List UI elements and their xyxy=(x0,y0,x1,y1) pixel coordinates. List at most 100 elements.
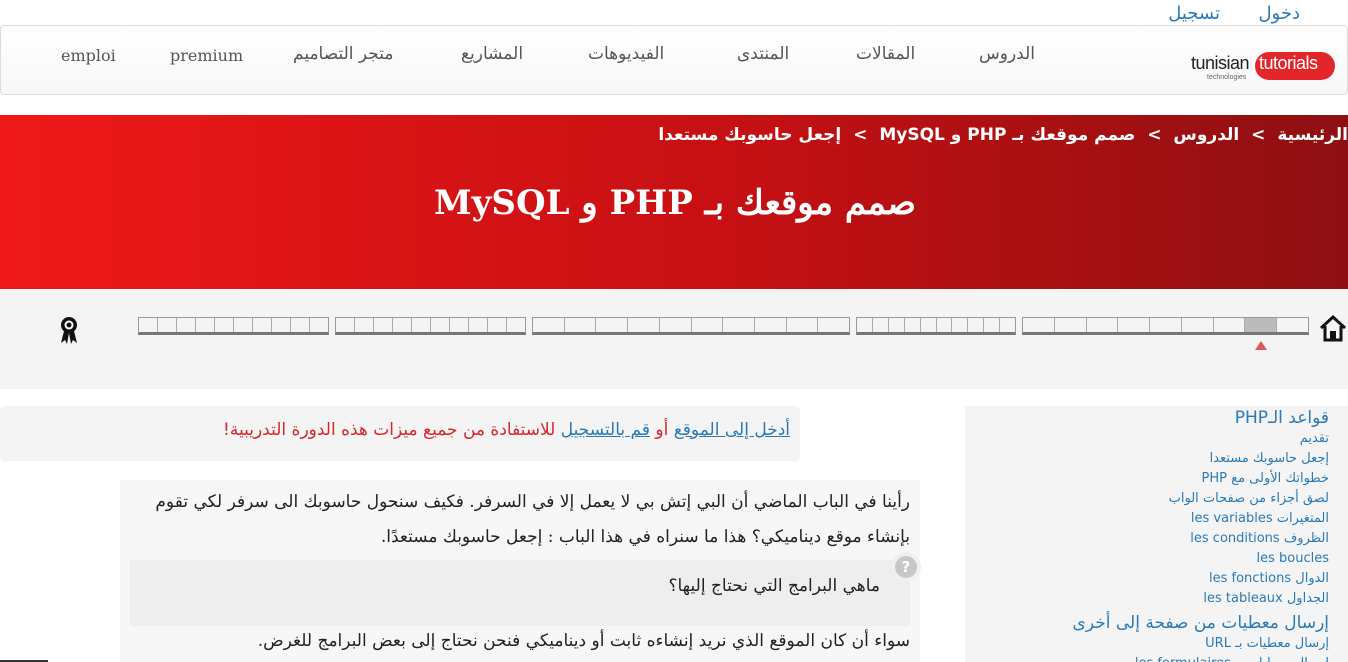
progress-cell[interactable] xyxy=(951,318,967,332)
award-icon[interactable] xyxy=(58,315,80,345)
home-icon[interactable] xyxy=(1318,313,1348,343)
progress-cell[interactable] xyxy=(1180,318,1213,332)
site-logo[interactable]: tunisian tutorials technologies xyxy=(1187,52,1337,84)
breadcrumb-separator: > xyxy=(853,125,868,145)
progress-cell[interactable] xyxy=(1212,318,1245,332)
progress-cell[interactable] xyxy=(658,318,691,332)
progress-cell[interactable] xyxy=(290,318,309,332)
progress-cell[interactable] xyxy=(506,318,525,332)
progress-segment xyxy=(138,317,329,335)
nav-projects[interactable]: المشاريع xyxy=(461,44,523,64)
question-text: ماهي البرامج التي نحتاج إليها؟ xyxy=(668,576,880,596)
progress-segment xyxy=(1022,317,1309,335)
progress-cell[interactable] xyxy=(195,318,214,332)
progress-cell[interactable] xyxy=(309,318,328,332)
nav-articles[interactable]: المقالات xyxy=(856,44,915,64)
sidebar-lesson-link[interactable]: إرسال معطيات بـ URL xyxy=(965,634,1329,654)
progress-cell[interactable] xyxy=(817,318,849,332)
lesson-paragraph-2: سواء أن كان الموقع الذي نريد إنشاءه ثابت… xyxy=(257,631,910,651)
breadcrumb-course[interactable]: صمم موقعك بـ PHP و MySQL xyxy=(879,125,1135,145)
login-link[interactable]: دخول xyxy=(1258,3,1300,24)
progress-cell[interactable] xyxy=(919,318,936,332)
progress-cell[interactable] xyxy=(887,318,904,332)
progress-cell[interactable] xyxy=(392,318,411,332)
sidebar-lesson-link[interactable]: المتغيرات les variables xyxy=(965,509,1329,529)
question-box: ماهي البرامج التي نحتاج إليها؟ xyxy=(130,560,910,626)
progress-cell[interactable] xyxy=(595,318,627,332)
notice-register-link[interactable]: قم بالتسجيل xyxy=(561,420,650,440)
progress-segment xyxy=(532,317,850,335)
progress-cell[interactable] xyxy=(233,318,252,332)
progress-cell[interactable] xyxy=(1276,318,1308,332)
logo-tagline: technologies xyxy=(1207,74,1247,81)
progress-cell[interactable] xyxy=(1085,318,1118,332)
progress-cell[interactable] xyxy=(430,318,449,332)
progress-cell[interactable] xyxy=(252,318,271,332)
progress-cell[interactable] xyxy=(967,318,983,332)
lesson-paragraph: رأينا في الباب الماضي أن البي إتش بي لا … xyxy=(155,492,910,547)
register-link[interactable]: تسجيل xyxy=(1168,3,1220,24)
progress-cell[interactable] xyxy=(935,318,952,332)
sidebar-lesson-link[interactable]: لصق أجزاء من صفحات الواب xyxy=(965,489,1329,509)
notice-login-link[interactable]: أدخل إلى الموقع xyxy=(674,420,790,440)
progress-cell[interactable] xyxy=(411,318,430,332)
nav-forum[interactable]: المنتدى xyxy=(737,44,789,64)
progress-cell[interactable] xyxy=(999,318,1015,332)
progress-cell[interactable] xyxy=(157,318,176,332)
progress-cell[interactable] xyxy=(373,318,392,332)
progress-cell[interactable] xyxy=(336,318,354,332)
sidebar-lesson-link[interactable]: الجداول les tableaux xyxy=(965,589,1329,609)
nav-design-store[interactable]: متجر التصاميم xyxy=(293,44,394,64)
progress-cell[interactable] xyxy=(176,318,195,332)
progress-cell[interactable] xyxy=(722,318,754,332)
progress-cell[interactable] xyxy=(1023,318,1054,332)
nav-emploi[interactable]: emploi xyxy=(61,46,116,65)
course-title: صمم موقعك بـ PHP و MySQL xyxy=(434,183,917,223)
breadcrumb-separator: > xyxy=(1251,125,1266,145)
progress-cell[interactable] xyxy=(1149,318,1181,332)
progress-cell[interactable] xyxy=(354,318,373,332)
progress-cell[interactable] xyxy=(214,318,233,332)
sidebar-section-title[interactable]: إرسال معطيات من صفحة إلى أخرى xyxy=(965,612,1329,634)
progress-cell[interactable] xyxy=(871,318,888,332)
progress-cell[interactable] xyxy=(271,318,290,332)
sidebar-lesson-link[interactable]: تقديم xyxy=(965,429,1329,449)
progress-cell[interactable] xyxy=(468,318,487,332)
progress-cell[interactable] xyxy=(139,318,157,332)
nav-lessons[interactable]: الدروس xyxy=(979,44,1035,64)
course-progress xyxy=(0,289,1348,389)
progress-cell[interactable] xyxy=(1244,318,1277,332)
progress-cell[interactable] xyxy=(1117,318,1149,332)
progress-cell[interactable] xyxy=(983,318,999,332)
nav-videos[interactable]: الفيديوهات xyxy=(588,44,664,64)
breadcrumb-home[interactable]: الرئيسية xyxy=(1277,125,1348,145)
question-icon: ? xyxy=(891,552,921,582)
current-position-marker xyxy=(1255,341,1267,350)
progress-cell[interactable] xyxy=(903,318,920,332)
breadcrumb-lessons[interactable]: الدروس xyxy=(1173,125,1239,145)
sidebar-section-title[interactable]: قواعد الـPHP xyxy=(965,407,1329,429)
progress-segment xyxy=(335,317,526,335)
progress-cell[interactable] xyxy=(1053,318,1086,332)
progress-cell[interactable] xyxy=(449,318,468,332)
course-outline-sidebar: قواعد الـPHP تقديم إجعل حاسوبك مستعدا خطوا… xyxy=(965,406,1348,662)
progress-cell[interactable] xyxy=(533,318,564,332)
notice-or: أو xyxy=(655,420,669,440)
sidebar-lesson-link[interactable]: إرسال معطيات بـ les formulaires xyxy=(965,654,1329,662)
progress-cell[interactable] xyxy=(627,318,659,332)
sidebar-lesson-link[interactable]: إجعل حاسوبك مستعدا xyxy=(965,449,1329,469)
notice-message: للاستفادة من جميع ميزات هذه الدورة التدر… xyxy=(223,420,556,440)
auth-links: دخول تسجيل xyxy=(1168,3,1310,25)
progress-cell[interactable] xyxy=(753,318,786,332)
progress-cell[interactable] xyxy=(563,318,596,332)
sidebar-lesson-link[interactable]: خطواتك الأولى مع PHP xyxy=(965,469,1329,489)
sidebar-lesson-link[interactable]: الظروف les conditions xyxy=(965,529,1329,549)
progress-cell[interactable] xyxy=(690,318,723,332)
progress-cell[interactable] xyxy=(857,318,872,332)
nav-premium[interactable]: premium xyxy=(170,46,243,65)
sidebar-lesson-link[interactable]: الدوال les fonctions xyxy=(965,569,1329,589)
progress-cell[interactable] xyxy=(487,318,506,332)
sidebar-lesson-link[interactable]: les boucles xyxy=(965,549,1330,569)
progress-cell[interactable] xyxy=(785,318,818,332)
question-mark-icon: ? xyxy=(895,556,917,578)
